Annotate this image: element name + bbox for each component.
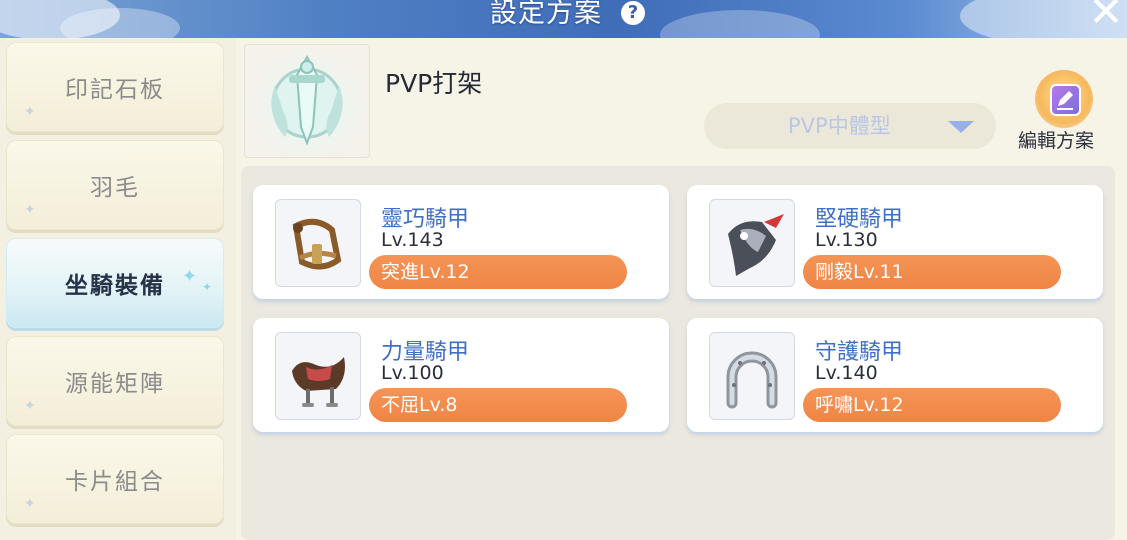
equipment-grid: 靈巧騎甲 Lv.143 突進Lv.12 堅硬騎甲 Lv.130 剛毅Lv.11 bbox=[241, 166, 1115, 540]
sparkle-icon: ✦ bbox=[24, 398, 38, 414]
saddle-icon bbox=[275, 332, 361, 420]
equipment-card[interactable]: 靈巧騎甲 Lv.143 突進Lv.12 bbox=[253, 185, 669, 299]
equipment-level: Lv.100 bbox=[381, 362, 444, 384]
sidebar-item-card-combo[interactable]: 卡片組合 ✦ bbox=[6, 434, 224, 524]
equipment-level: Lv.140 bbox=[815, 362, 878, 384]
equipment-level: Lv.143 bbox=[381, 229, 444, 251]
horseshoe-icon bbox=[709, 332, 795, 420]
edit-pencil-icon bbox=[1050, 84, 1081, 116]
equipment-level: Lv.130 bbox=[815, 229, 878, 251]
sparkle-icon: ✦ bbox=[182, 266, 200, 287]
sparkle-icon: ✦ bbox=[24, 202, 38, 218]
cloud-decoration bbox=[60, 8, 180, 38]
equipment-skill-badge: 剛毅Lv.11 bbox=[803, 255, 1061, 289]
sidebar-item-label: 羽毛 bbox=[90, 175, 140, 201]
equipment-card[interactable]: 力量騎甲 Lv.100 不屈Lv.8 bbox=[253, 318, 669, 432]
title-bar: 設定方案 ? ✕ bbox=[0, 0, 1127, 38]
plan-emblem bbox=[244, 44, 370, 158]
sidebar-item-mount-equipment[interactable]: 坐騎裝備 ✦ ✦ bbox=[6, 238, 224, 328]
equipment-skill-badge: 突進Lv.12 bbox=[369, 255, 627, 289]
body-type-dropdown[interactable]: PVP中體型 bbox=[704, 103, 996, 149]
sword-emblem-icon bbox=[271, 54, 343, 146]
horse-armor-icon bbox=[709, 199, 795, 287]
bridle-icon bbox=[275, 199, 361, 287]
sidebar-item-energy-matrix[interactable]: 源能矩陣 ✦ bbox=[6, 336, 224, 426]
sparkle-icon: ✦ bbox=[24, 496, 38, 512]
main-panel: PVP打架 PVP中體型 編輯方案 靈巧騎甲 Lv.143 突進Lv.12 堅硬… bbox=[236, 38, 1127, 540]
sparkle-icon: ✦ bbox=[202, 280, 215, 294]
sidebar: 印記石板 ✦ 羽毛 ✦ 坐騎裝備 ✦ ✦ 源能矩陣 ✦ 卡片組合 ✦ bbox=[0, 38, 236, 540]
sidebar-item-label: 卡片組合 bbox=[65, 469, 165, 495]
sidebar-item-label: 印記石板 bbox=[65, 77, 165, 103]
equipment-card[interactable]: 堅硬騎甲 Lv.130 剛毅Lv.11 bbox=[687, 185, 1103, 299]
equipment-skill-badge: 不屈Lv.8 bbox=[369, 388, 627, 422]
plan-name: PVP打架 bbox=[385, 69, 483, 98]
help-icon[interactable]: ? bbox=[621, 1, 645, 25]
edit-plan-button[interactable] bbox=[1035, 70, 1093, 128]
sidebar-item-label: 源能矩陣 bbox=[65, 371, 165, 397]
cloud-decoration bbox=[660, 10, 820, 38]
sidebar-item-seal-slate[interactable]: 印記石板 ✦ bbox=[6, 42, 224, 132]
close-icon[interactable]: ✕ bbox=[1086, 0, 1126, 33]
chevron-down-icon bbox=[948, 121, 974, 133]
equipment-card[interactable]: 守護騎甲 Lv.140 呼嘯Lv.12 bbox=[687, 318, 1103, 432]
sidebar-item-feather[interactable]: 羽毛 ✦ bbox=[6, 140, 224, 230]
page-title: 設定方案 bbox=[490, 0, 602, 29]
sidebar-item-label: 坐騎裝備 bbox=[65, 273, 165, 299]
equipment-skill-badge: 呼嘯Lv.12 bbox=[803, 388, 1061, 422]
sparkle-icon: ✦ bbox=[24, 104, 38, 120]
edit-plan-label[interactable]: 編輯方案 bbox=[1018, 126, 1094, 153]
dropdown-selected-value: PVP中體型 bbox=[788, 114, 891, 138]
